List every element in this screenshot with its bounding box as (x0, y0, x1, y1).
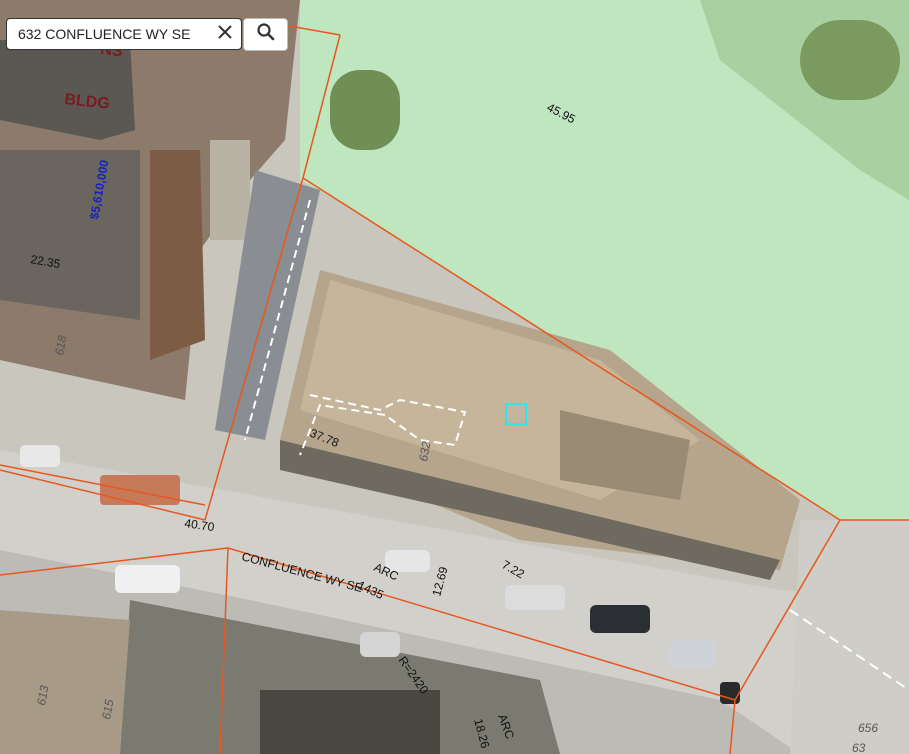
address-search-input[interactable] (7, 19, 207, 49)
building-dark-roof (260, 690, 440, 754)
rooftop-brown (150, 150, 205, 360)
search-icon (256, 22, 276, 47)
car (720, 682, 740, 704)
address-search-box (6, 18, 242, 50)
address-number: 656 (858, 721, 878, 735)
rooftop-equipment (210, 140, 250, 240)
search-button[interactable] (243, 18, 288, 51)
map-canvas[interactable]: BLDG NS $5,610,000 45.95 37.78 40.70 22.… (0, 0, 909, 754)
close-icon (217, 24, 233, 45)
building-southwest (0, 610, 130, 754)
car (360, 632, 400, 657)
car (505, 585, 565, 610)
clear-search-button[interactable] (209, 19, 241, 49)
tree-cluster (330, 70, 400, 150)
car (590, 605, 650, 633)
car (115, 565, 180, 593)
building-southeast (790, 520, 909, 754)
car (20, 445, 60, 467)
car (670, 640, 715, 668)
tree-cluster-2 (800, 20, 900, 100)
address-number: 63 (852, 741, 866, 754)
truck (100, 475, 180, 505)
rooftop-gray (0, 150, 140, 320)
